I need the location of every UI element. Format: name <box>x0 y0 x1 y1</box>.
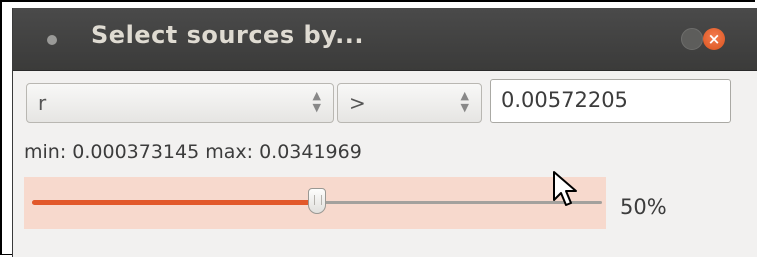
threshold-slider[interactable] <box>24 177 606 229</box>
slider-handle[interactable] <box>308 188 326 214</box>
threshold-value-input[interactable]: 0.00572205 <box>490 79 731 123</box>
up-down-arrows-icon: ▲ ▼ <box>312 89 321 114</box>
operator-select-value: > <box>349 91 366 115</box>
slider-percent-label: 50% <box>620 195 667 219</box>
field-select-value: r <box>38 91 47 115</box>
maximize-button[interactable] <box>681 28 703 50</box>
min-max-label: min: 0.000373145 max: 0.0341969 <box>24 141 362 163</box>
window-menu-icon[interactable] <box>47 35 57 45</box>
close-icon: × <box>707 30 721 48</box>
title-bar[interactable]: Select sources by... × <box>13 8 757 71</box>
mouse-pointer-icon <box>553 171 577 206</box>
operator-select[interactable]: > ▲ ▼ <box>337 83 482 123</box>
window-title: Select sources by... <box>91 21 364 49</box>
slider-track-fill <box>32 200 317 205</box>
up-down-arrows-icon: ▲ ▼ <box>460 89 469 114</box>
field-select[interactable]: r ▲ ▼ <box>26 83 334 123</box>
close-button[interactable]: × <box>703 28 725 50</box>
